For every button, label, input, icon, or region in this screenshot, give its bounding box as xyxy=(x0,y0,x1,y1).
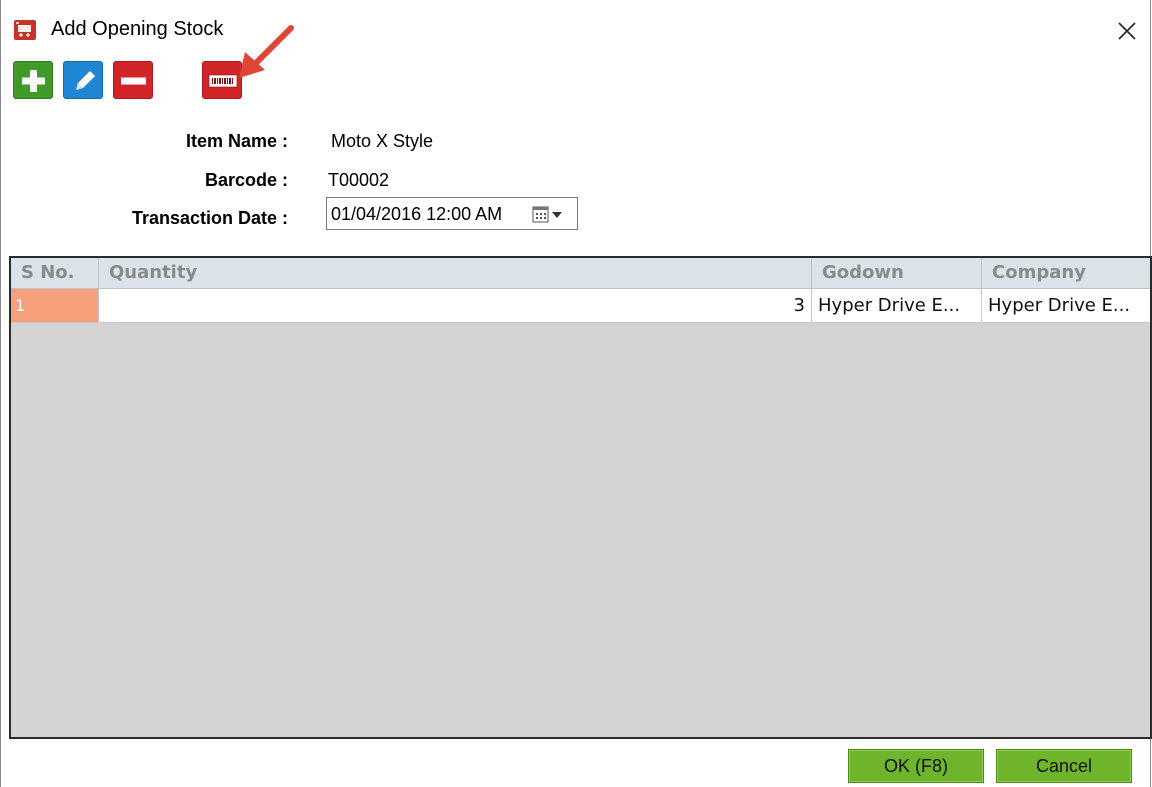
ok-button[interactable]: OK (F8) xyxy=(848,749,984,783)
title-bar: Add Opening Stock xyxy=(1,0,1151,48)
column-header-sno[interactable]: S No. xyxy=(11,258,99,288)
transaction-date-label: Transaction Date : xyxy=(131,208,288,228)
row-quantity-cell[interactable]: 3 xyxy=(99,289,812,322)
barcode-value: T00002 xyxy=(328,170,390,190)
pointer-arrow-icon xyxy=(239,25,294,78)
item-name-label: Item Name : xyxy=(185,131,288,151)
column-header-godown[interactable]: Godown xyxy=(812,258,982,288)
cancel-button[interactable]: Cancel xyxy=(996,749,1132,783)
cart-icon xyxy=(14,20,36,40)
add-button[interactable] xyxy=(13,61,53,99)
pencil-icon xyxy=(76,71,95,90)
minus-icon xyxy=(121,77,146,85)
row-sno-cell[interactable]: 1 xyxy=(11,289,99,322)
close-icon xyxy=(1118,22,1136,40)
table-row[interactable]: 1 3 Hyper Drive E... Hyper Drive E... xyxy=(11,289,1150,323)
calendar-dropdown-icon[interactable] xyxy=(532,206,570,224)
remove-button[interactable] xyxy=(113,61,153,99)
grid-header: S No. Quantity Godown Company xyxy=(11,258,1150,289)
barcode-label: Barcode : xyxy=(204,170,288,190)
row-godown-cell[interactable]: Hyper Drive E... xyxy=(812,289,982,322)
transaction-date-picker[interactable]: 01/04/2016 12:00 AM xyxy=(326,197,578,230)
column-header-quantity[interactable]: Quantity xyxy=(99,258,812,288)
item-name-value: Moto X Style xyxy=(331,131,434,151)
window-title: Add Opening Stock xyxy=(51,18,224,40)
plus-icon xyxy=(22,70,45,92)
transaction-date-value[interactable]: 01/04/2016 12:00 AM xyxy=(331,204,502,225)
add-opening-stock-window: Add Opening Stock Item Name: Moto X Sty… xyxy=(0,0,1152,787)
stock-grid: S No. Quantity Godown Company 1 3 Hyper … xyxy=(9,256,1152,739)
column-header-company[interactable]: Company xyxy=(982,258,1150,288)
row-company-cell[interactable]: Hyper Drive E... xyxy=(982,289,1150,322)
edit-button[interactable] xyxy=(63,61,103,99)
close-button[interactable] xyxy=(1111,14,1143,46)
